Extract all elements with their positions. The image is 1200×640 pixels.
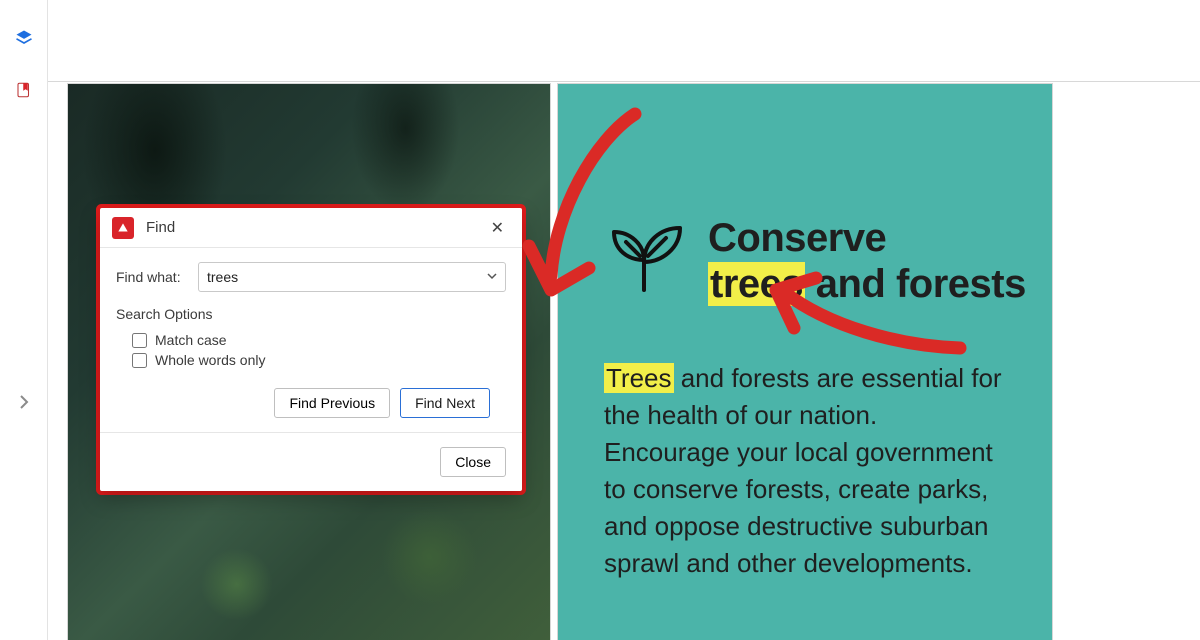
- sidebar: [0, 0, 48, 640]
- page-body: Trees and forests are essential for the …: [604, 360, 1004, 581]
- find-dialog-titlebar[interactable]: Find ✕: [100, 208, 522, 248]
- find-previous-button[interactable]: Find Previous: [274, 388, 390, 418]
- find-dialog-title: Find: [146, 219, 175, 236]
- whole-words-checkbox[interactable]: [132, 353, 147, 368]
- annotation-arrow-left: [495, 100, 665, 330]
- heading-line1: Conserve: [708, 216, 886, 260]
- match-case-label: Match case: [155, 332, 227, 348]
- top-toolbar: [48, 0, 1200, 82]
- find-dialog: Find ✕ Find what: Search Options Match c…: [100, 208, 522, 491]
- close-button[interactable]: Close: [440, 447, 506, 477]
- annotation-arrow-right: [748, 268, 978, 378]
- find-next-button[interactable]: Find Next: [400, 388, 490, 418]
- search-options-label: Search Options: [116, 306, 506, 322]
- find-what-input[interactable]: [198, 262, 506, 292]
- chevron-right-icon[interactable]: [14, 392, 34, 412]
- app-logo-icon: [112, 217, 134, 239]
- find-what-label: Find what:: [116, 269, 188, 285]
- whole-words-label: Whole words only: [155, 352, 266, 368]
- layers-icon[interactable]: [14, 28, 34, 48]
- bookmark-icon[interactable]: [14, 80, 34, 100]
- whole-words-option[interactable]: Whole words only: [116, 352, 506, 368]
- body-rest: and forests are essential for the health…: [604, 363, 1002, 578]
- body-highlight: Trees: [604, 363, 674, 393]
- match-case-option[interactable]: Match case: [116, 332, 506, 348]
- match-case-checkbox[interactable]: [132, 333, 147, 348]
